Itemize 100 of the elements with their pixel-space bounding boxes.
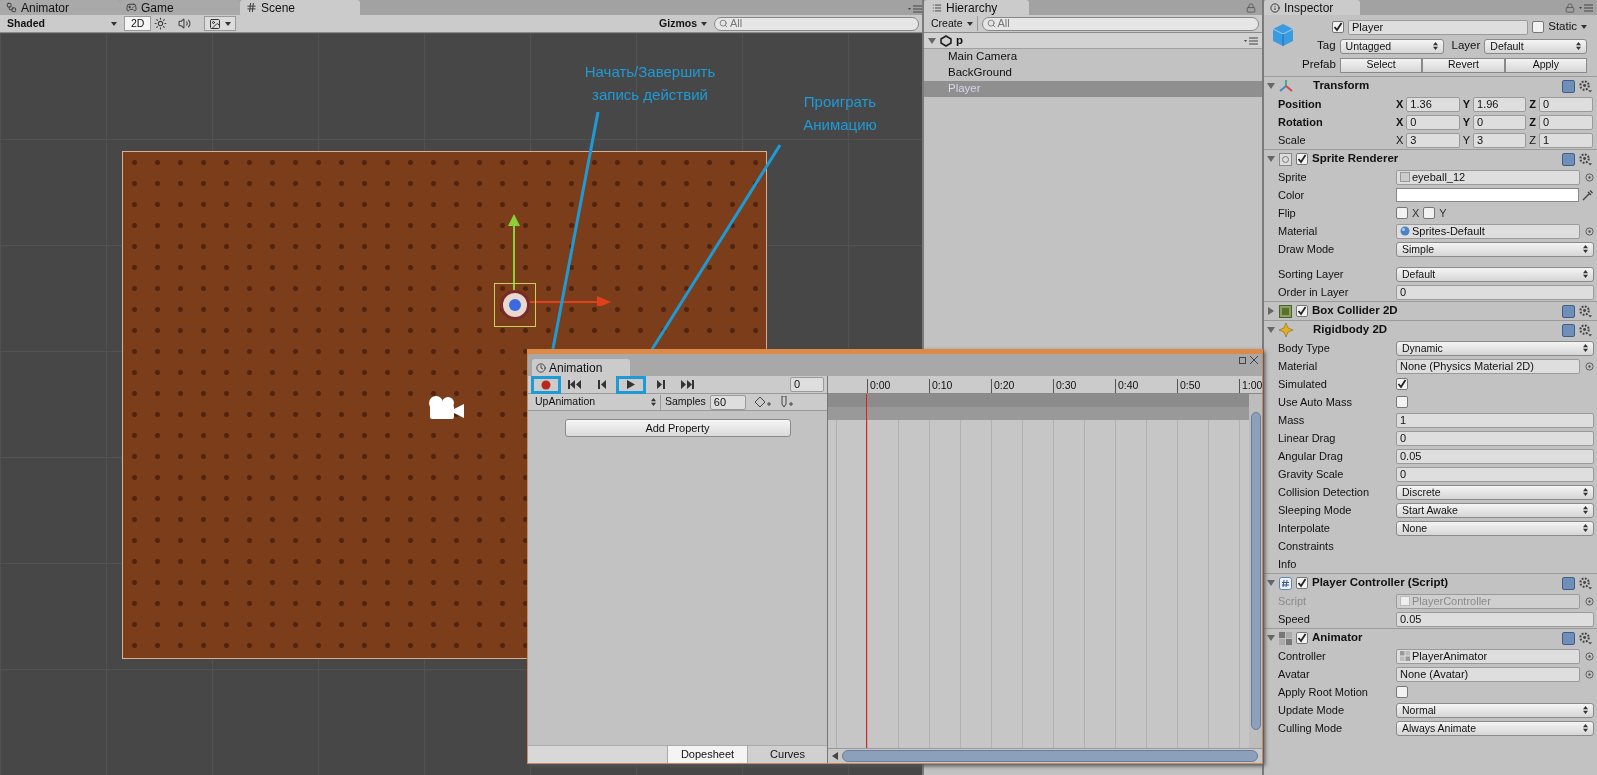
camera-icon[interactable] [426,395,466,421]
dropdown[interactable]: Dynamic [1396,340,1594,356]
tab[interactable]: Animator [0,0,120,15]
vertical-scrollbar[interactable] [1249,394,1262,748]
view-tab[interactable]: Dopesheet [667,746,747,763]
foldout-arrow-icon[interactable] [1267,634,1275,642]
object-field[interactable]: eyeball_12 [1396,169,1580,185]
checkbox[interactable] [1396,378,1408,390]
checkbox[interactable] [1296,577,1308,589]
dropdown[interactable]: Always Animate [1396,720,1594,736]
help-icon[interactable] [1562,576,1575,590]
input-field[interactable]: 0 [1396,430,1594,446]
add-event-icon[interactable] [779,396,794,408]
dropdown[interactable]: Discrete [1396,484,1594,500]
object-field[interactable]: None (Physics Material 2D) [1396,358,1580,374]
object-picker-icon[interactable] [1585,361,1594,371]
settings-icon[interactable] [1579,576,1592,590]
number-field[interactable]: 0 [1473,114,1527,130]
panel-tab[interactable]: Animation [532,359,630,376]
checkbox[interactable] [1423,207,1436,219]
close-icon[interactable] [1250,356,1258,364]
number-field[interactable]: 1.36 [1406,96,1460,112]
dropdown[interactable]: Normal [1396,702,1594,718]
help-icon[interactable] [1562,79,1575,93]
menu-icon[interactable] [1579,4,1593,12]
number-field[interactable]: 0 [1539,96,1593,112]
panel-tab[interactable]: Hierarchy [924,0,1029,15]
checkbox[interactable] [1532,21,1545,33]
image-dropdown[interactable] [204,16,237,31]
dropdown[interactable]: Simple [1396,241,1594,257]
foldout-arrow-icon[interactable] [1267,579,1275,587]
add-property-button[interactable]: Add Property [564,419,791,437]
input-field[interactable]: 1 [1396,412,1594,428]
input-field[interactable]: 0.05 [1396,448,1594,464]
input-field[interactable]: 0.05 [1396,611,1594,627]
number-field[interactable]: 0 [1539,114,1593,130]
hierarchy-item[interactable]: BackGround [924,65,1262,81]
name-field[interactable]: Player [1348,19,1529,35]
add-keyframe-icon[interactable] [753,396,772,408]
search-field[interactable]: All [714,16,919,31]
eyedropper-icon[interactable] [1582,189,1594,201]
sun-icon[interactable] [154,17,168,30]
object-picker-icon[interactable] [1585,172,1594,182]
help-icon[interactable] [1562,631,1575,645]
settings-icon[interactable] [1579,152,1592,166]
checkbox[interactable] [1396,207,1408,219]
menu-icon[interactable] [1244,36,1258,45]
eyeball-sprite[interactable] [494,283,536,327]
checkbox[interactable] [1396,686,1408,698]
foldout-arrow-icon[interactable] [928,36,936,45]
object-picker-icon[interactable] [1585,596,1594,606]
speaker-icon[interactable] [178,17,192,30]
foldout-arrow-icon[interactable] [1267,82,1275,90]
checkbox[interactable] [1396,396,1408,408]
create-dropdown[interactable]: Create [927,16,978,31]
tab[interactable]: Scene [240,0,360,15]
dropdown[interactable]: Default [1484,38,1587,54]
prefab-button[interactable]: Revert [1422,57,1505,73]
lock-icon[interactable] [1246,3,1256,13]
help-icon[interactable] [1562,152,1575,166]
checkbox[interactable] [1332,21,1344,33]
checkbox[interactable] [1296,153,1308,165]
2d-toggle[interactable]: 2D [124,16,152,31]
foldout-arrow-icon[interactable] [1267,326,1275,334]
prefab-button[interactable]: Apply [1504,57,1587,73]
foldout-arrow-icon[interactable] [1267,307,1275,315]
number-field[interactable]: 3 [1406,132,1460,148]
samples-field[interactable]: 60 [709,394,746,410]
tab[interactable]: Game [120,0,240,15]
settings-icon[interactable] [1579,631,1592,645]
hierarchy-item[interactable]: Main Camera [924,49,1262,65]
gizmos-dropdown[interactable]: Gizmos [655,16,711,31]
panel-tab[interactable]: Inspector [1264,0,1360,15]
checkbox[interactable] [1296,632,1308,644]
foldout-arrow-icon[interactable] [1267,155,1275,163]
number-field[interactable]: 1.96 [1473,96,1527,112]
frame-field[interactable]: 0 [790,377,824,392]
clip-dropdown[interactable]: UpAnimation [531,394,661,410]
prefab-button[interactable]: Select [1339,57,1423,73]
horizontal-scrollbar[interactable] [828,748,1262,763]
settings-icon[interactable] [1579,79,1592,93]
lock-icon[interactable] [1565,3,1575,13]
input-field[interactable]: 0 [1396,466,1594,482]
object-field[interactable]: Sprites-Default [1396,223,1580,239]
dropdown[interactable]: Default [1396,266,1594,282]
dropdown[interactable]: None [1396,520,1594,536]
shading-dropdown[interactable]: Shaded [3,16,121,31]
number-field[interactable]: 1 [1539,132,1593,148]
search-field[interactable]: All [981,16,1259,31]
settings-icon[interactable] [1579,304,1592,318]
number-field[interactable]: 3 [1473,132,1527,148]
number-field[interactable]: 0 [1406,114,1460,130]
menu-icon[interactable] [908,5,922,13]
object-picker-icon[interactable] [1585,226,1594,236]
help-icon[interactable] [1562,304,1575,318]
scroll-left-arrow-icon[interactable] [832,752,838,760]
input-field[interactable]: 0 [1396,284,1594,300]
dropdown[interactable]: Start Awake [1396,502,1594,518]
dropdown[interactable]: Untagged [1339,38,1444,54]
settings-icon[interactable] [1579,323,1592,337]
